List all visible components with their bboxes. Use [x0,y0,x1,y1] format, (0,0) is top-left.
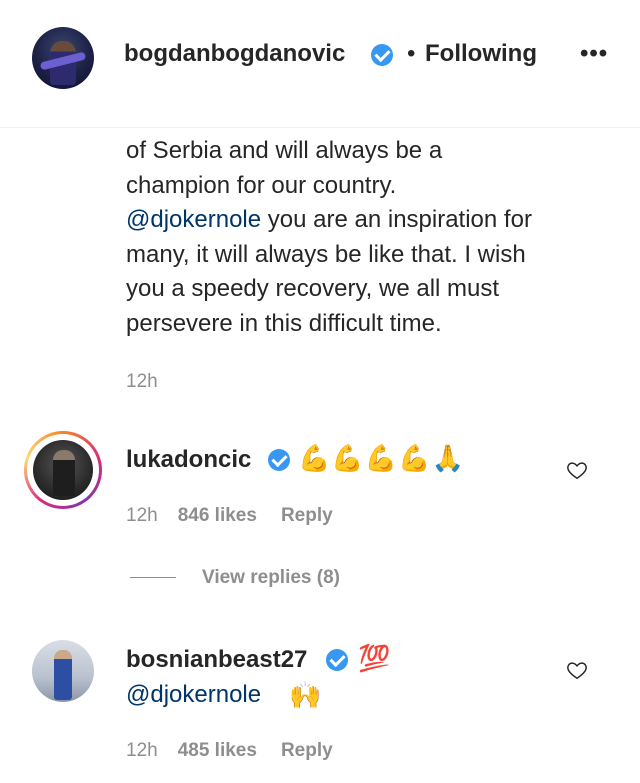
separator-dot: • [407,40,416,67]
heart-outline-svg [567,662,587,680]
view-replies-button[interactable]: View replies (8) [130,567,340,589]
comment-username[interactable]: lukadoncic [126,446,251,474]
reply-button[interactable]: Reply [281,505,333,526]
comment-text: 💯 [358,643,391,673]
comment-meta: 12h 846 likes Reply [126,505,333,527]
comment-text: 💪💪💪💪🙏 [298,443,465,473]
caption-line: of Serbia and will always be a [126,137,443,164]
instagram-post-comments: bogdanbogdanovic • Following ••• of Serb… [0,0,640,783]
commenter-avatar[interactable] [33,440,93,500]
avatar-figure [54,650,72,700]
post-header: bogdanbogdanovic • Following ••• [0,0,640,128]
comment-username[interactable]: bosnianbeast27 [126,646,307,674]
heart-outline-icon[interactable] [566,659,588,681]
view-replies-label: View replies (8) [202,567,340,588]
comment-meta: 12h 485 likes Reply [126,740,333,762]
caption-mention-link[interactable]: @djokernole [126,206,261,233]
more-options-icon[interactable]: ••• [580,40,608,68]
comment-likes[interactable]: 485 likes [178,740,257,761]
caption-line: @djokernole you are an inspiration for [126,203,616,238]
caption-line: you a speedy recovery, we all must [126,275,500,302]
post-caption: of Serbia and will always be a champion … [126,134,616,341]
author-avatar[interactable] [32,27,94,89]
comment-text-emoji: 🙌 [289,680,322,710]
commenter-avatar[interactable] [32,640,94,702]
caption-text: you are an inspiration for [261,206,532,233]
caption-line: persevere in this difficult time. [126,309,442,337]
verified-badge-icon [268,449,290,471]
view-replies-line [130,577,176,579]
following-button[interactable]: Following [425,40,537,68]
comment-mention-link[interactable]: @djokernole [126,681,261,709]
comment-timestamp[interactable]: 12h [126,505,158,526]
heart-outline-icon[interactable] [566,459,588,481]
caption-line: champion for our country. [126,171,397,199]
verified-badge-icon [371,44,393,66]
caption-line: many, it will always be like that. I wis… [126,240,526,268]
heart-outline-svg [567,462,587,480]
avatar-figure [53,450,75,496]
verified-badge-icon [326,649,348,671]
reply-button[interactable]: Reply [281,740,333,761]
caption-timestamp[interactable]: 12h [126,371,158,393]
author-username[interactable]: bogdanbogdanovic [124,40,345,68]
comment-likes[interactable]: 846 likes [178,505,257,526]
comment-timestamp[interactable]: 12h [126,740,158,761]
